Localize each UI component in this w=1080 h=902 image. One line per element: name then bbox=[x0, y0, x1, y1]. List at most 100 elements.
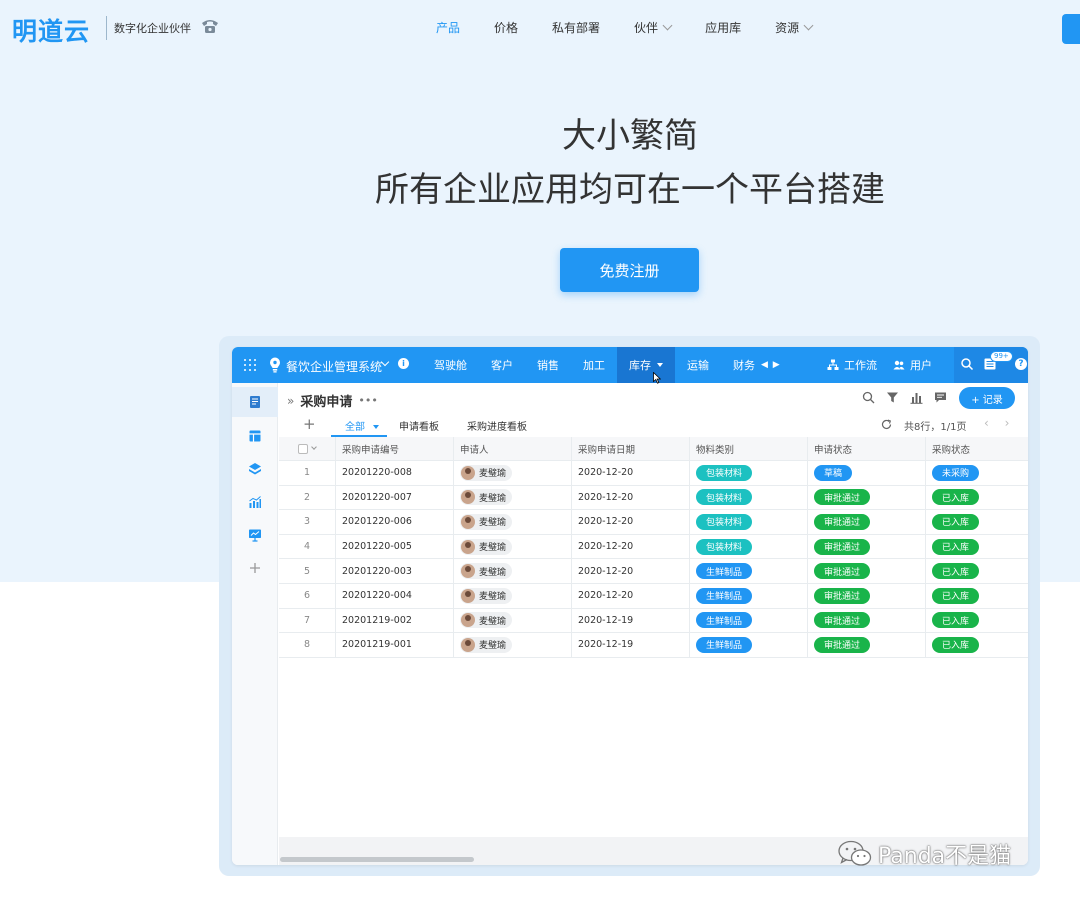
sidebar-item-charts[interactable] bbox=[232, 487, 278, 517]
table-row[interactable]: 7 20201219-002 麦璧瑜 2020-12-19 生鲜制品 审批通过 已入库 bbox=[279, 608, 1028, 634]
view-tabs: + 全部 申请看板 采购进度看板 共8行，1/1页 ‹ › bbox=[279, 415, 1028, 437]
tab-progress-board[interactable]: 采购进度看板 bbox=[467, 418, 527, 433]
tab-scroll-arrows-icon[interactable]: ◀ ▶ bbox=[761, 360, 781, 370]
user-chip[interactable]: 麦璧瑜 bbox=[460, 513, 513, 530]
request-id-cell: 20201220-006 bbox=[336, 510, 454, 534]
stats-icon[interactable] bbox=[910, 391, 923, 404]
app-tab-4[interactable]: 库存 bbox=[617, 347, 675, 383]
nav-item-1[interactable]: 价格 bbox=[494, 19, 518, 36]
purchase-status-cell: 已入库 bbox=[926, 510, 1028, 534]
more-options-icon[interactable]: ••• bbox=[358, 394, 377, 407]
nav-item-3[interactable]: 伙伴 bbox=[634, 19, 673, 36]
users-label: 用户 bbox=[910, 359, 932, 372]
purchase-status-cell: 已入库 bbox=[926, 535, 1028, 559]
workflow-link[interactable]: 工作流 bbox=[827, 357, 877, 373]
table-header-row: 采购申请编号 申请人 采购申请日期 物料类别 申请状态 采购状态 bbox=[279, 437, 1028, 461]
pagination-arrows[interactable]: ‹ › bbox=[984, 416, 1015, 430]
phone-icon[interactable] bbox=[200, 17, 220, 35]
column-header[interactable]: 申请人 bbox=[454, 437, 572, 460]
app-grid-icon[interactable] bbox=[244, 359, 256, 371]
register-button[interactable]: 免费注册 bbox=[560, 248, 699, 292]
nav-item-2[interactable]: 私有部署 bbox=[552, 19, 600, 36]
nav-item-5[interactable]: 资源 bbox=[775, 19, 814, 36]
app-tab-0[interactable]: 驾驶舱 bbox=[422, 347, 479, 383]
chevron-down-icon[interactable] bbox=[311, 444, 317, 450]
table-row[interactable]: 4 20201220-005 麦璧瑜 2020-12-20 包装材料 审批通过 已入库 bbox=[279, 534, 1028, 560]
tab-all-chevron-icon[interactable] bbox=[373, 425, 379, 429]
login-button[interactable] bbox=[1062, 14, 1080, 44]
applicant-cell: 麦璧瑜 bbox=[454, 534, 572, 559]
table-row[interactable]: 8 20201219-001 麦璧瑜 2020-12-19 生鲜制品 审批通过 已入库 bbox=[279, 633, 1028, 658]
column-header[interactable]: 采购申请日期 bbox=[572, 437, 690, 460]
user-chip[interactable]: 麦璧瑜 bbox=[460, 612, 513, 629]
sidebar-item-layers[interactable] bbox=[232, 454, 278, 484]
search-records-icon[interactable] bbox=[862, 391, 875, 404]
category-cell: 生鲜制品 bbox=[690, 583, 808, 608]
sidebar-item-dashboard[interactable] bbox=[232, 520, 278, 550]
applicant-name: 麦璧瑜 bbox=[479, 641, 507, 652]
help-icon[interactable]: ? bbox=[1015, 358, 1027, 370]
category-cell: 生鲜制品 bbox=[690, 559, 808, 583]
hero-title-line2: 所有企业应用均可在一个平台搭建 bbox=[375, 170, 885, 210]
app-tab-1[interactable]: 客户 bbox=[479, 347, 525, 383]
tab-all[interactable]: 全部 bbox=[345, 418, 379, 433]
user-chip[interactable]: 麦璧瑜 bbox=[460, 464, 513, 481]
table-row[interactable]: 2 20201220-007 麦璧瑜 2020-12-20 包装材料 审批通过 已入库 bbox=[279, 485, 1028, 511]
user-chip[interactable]: 麦璧瑜 bbox=[460, 563, 513, 580]
search-icon[interactable] bbox=[960, 357, 974, 371]
category-cell: 生鲜制品 bbox=[690, 633, 808, 657]
avatar bbox=[461, 539, 475, 554]
expand-icon[interactable]: » bbox=[287, 394, 294, 408]
sidebar-add-button[interactable] bbox=[232, 553, 278, 583]
table-row[interactable]: 3 20201220-006 麦璧瑜 2020-12-20 包装材料 审批通过 已入库 bbox=[279, 510, 1028, 535]
avatar bbox=[461, 637, 475, 652]
app-tab-2[interactable]: 销售 bbox=[525, 347, 571, 383]
add-view-button[interactable]: + bbox=[303, 415, 316, 433]
column-header[interactable]: 采购申请编号 bbox=[336, 437, 454, 460]
nav-item-label: 资源 bbox=[775, 21, 800, 35]
app-tab-5[interactable]: 运输 bbox=[675, 347, 721, 383]
filter-icon[interactable] bbox=[886, 391, 899, 404]
app-preview: 餐饮企业管理系统 i 驾驶舱 客户 销售 加工 库存 运输 财务 ◀ ▶ 工作流 用户 bbox=[232, 347, 1028, 865]
select-all-checkbox[interactable] bbox=[279, 437, 336, 460]
category-cell: 生鲜制品 bbox=[690, 608, 808, 633]
add-record-button[interactable]: + 记录 bbox=[959, 387, 1015, 409]
comment-icon[interactable] bbox=[934, 391, 947, 404]
request-id-cell: 20201219-002 bbox=[336, 608, 454, 633]
status-badge: 已入库 bbox=[932, 636, 980, 653]
table-row[interactable]: 5 20201220-003 麦璧瑜 2020-12-20 生鲜制品 审批通过 已入库 bbox=[279, 559, 1028, 584]
app-tab-label: 驾驶舱 bbox=[434, 359, 467, 372]
info-icon[interactable]: i bbox=[398, 358, 409, 369]
purchase-status-cell: 已入库 bbox=[926, 559, 1028, 583]
user-chip[interactable]: 麦璧瑜 bbox=[460, 636, 513, 653]
app-tab-6[interactable]: 财务 ◀ ▶ bbox=[721, 347, 793, 383]
chevron-down-icon[interactable] bbox=[657, 363, 663, 367]
refresh-icon[interactable] bbox=[881, 419, 892, 430]
column-header[interactable]: 采购状态 bbox=[926, 437, 1028, 460]
users-link[interactable]: 用户 bbox=[893, 357, 932, 373]
nav-item-4[interactable]: 应用库 bbox=[705, 19, 741, 36]
user-chip[interactable]: 麦璧瑜 bbox=[460, 538, 513, 555]
column-header[interactable]: 申请状态 bbox=[808, 437, 926, 460]
table-row[interactable]: 1 20201220-008 麦璧瑜 2020-12-20 包装材料 草稿 未采购 bbox=[279, 461, 1028, 486]
user-chip[interactable]: 麦璧瑜 bbox=[460, 489, 513, 506]
status-badge: 审批通过 bbox=[814, 612, 871, 629]
horizontal-scrollbar[interactable] bbox=[280, 857, 474, 862]
site-logo[interactable]: 明道云 bbox=[12, 12, 90, 48]
sidebar-item-records[interactable] bbox=[232, 387, 278, 417]
row-number: 4 bbox=[279, 534, 336, 559]
view-title: 采购申请 bbox=[300, 395, 353, 410]
app-name[interactable]: 餐饮企业管理系统 bbox=[286, 358, 382, 375]
wechat-icon bbox=[838, 840, 872, 866]
app-name-chevron-icon[interactable] bbox=[380, 357, 390, 367]
table-row[interactable]: 6 20201220-004 麦璧瑜 2020-12-20 生鲜制品 审批通过 已入库 bbox=[279, 583, 1028, 609]
user-chip[interactable]: 麦璧瑜 bbox=[460, 587, 513, 604]
column-header[interactable]: 物料类别 bbox=[690, 437, 808, 460]
row-number: 7 bbox=[279, 608, 336, 633]
nav-item-label: 伙伴 bbox=[634, 21, 659, 35]
nav-item-0[interactable]: 产品 bbox=[436, 19, 460, 36]
sidebar-item-tables[interactable] bbox=[232, 421, 278, 451]
checkbox[interactable] bbox=[298, 443, 308, 454]
app-tab-3[interactable]: 加工 bbox=[571, 347, 617, 383]
tab-application-board[interactable]: 申请看板 bbox=[399, 418, 439, 433]
